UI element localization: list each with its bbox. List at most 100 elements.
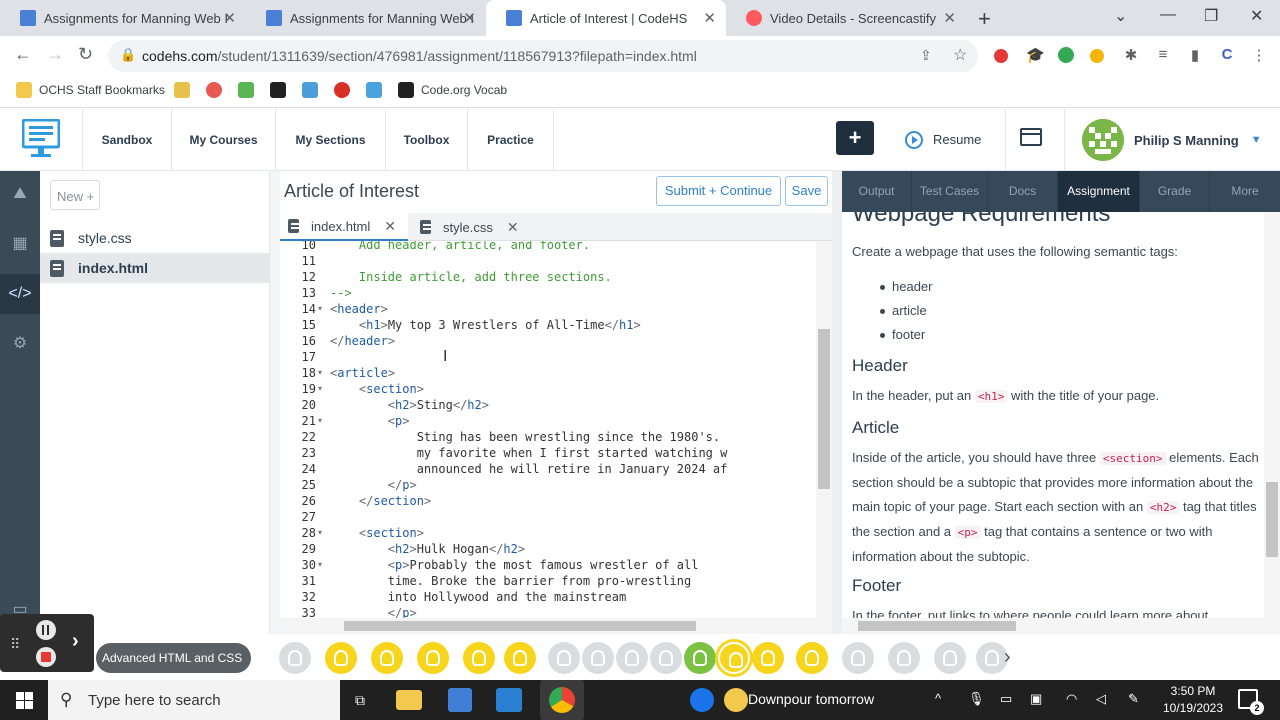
store-icon[interactable] <box>448 688 472 712</box>
minimize-icon[interactable]: — <box>1160 6 1176 24</box>
profile-icon[interactable]: C <box>1218 46 1236 64</box>
progress-item-icon[interactable] <box>616 642 648 674</box>
code-line[interactable]: --> <box>330 285 352 301</box>
restore-icon[interactable]: ❐ <box>1204 6 1218 26</box>
pause-icon[interactable] <box>36 620 56 640</box>
code-icon[interactable]: </> <box>0 274 40 314</box>
fold-arrow-icon[interactable]: ▾ <box>318 381 322 397</box>
close-tab-icon[interactable]: ✕ <box>463 9 476 27</box>
forward-icon[interactable]: → <box>46 44 64 65</box>
editor-horizontal-scrollbar[interactable] <box>280 618 832 634</box>
expand-arrow-icon[interactable]: › <box>72 630 79 653</box>
progress-item-icon[interactable] <box>417 642 449 674</box>
scrollbar-thumb[interactable] <box>858 621 1016 631</box>
tab-output[interactable]: Output <box>842 171 912 212</box>
bookmark[interactable] <box>174 82 197 98</box>
code-line[interactable]: <h1>My top 3 Wrestlers of All-Time</h1> <box>330 317 641 333</box>
bookmark-code-org-vocab[interactable]: Code.org Vocab <box>398 82 507 98</box>
code-line[interactable]: my favorite when I first started watchin… <box>330 445 728 461</box>
tab-test-cases[interactable]: Test Cases <box>912 171 988 212</box>
bookmark-folder[interactable]: OCHS Staff Bookmarks <box>16 82 165 98</box>
code-line[interactable]: <article> <box>330 365 395 381</box>
fold-arrow-icon[interactable]: ▾ <box>318 365 322 381</box>
close-icon[interactable]: ✕ <box>507 219 519 236</box>
back-icon[interactable]: ← <box>14 44 32 65</box>
code-line[interactable]: <header> <box>330 301 388 317</box>
code-line[interactable]: </section> <box>330 493 431 509</box>
chrome-menu-icon[interactable]: ⋮ <box>1250 46 1268 64</box>
progress-item-icon[interactable] <box>934 642 966 674</box>
close-tab-icon[interactable]: ✕ <box>223 9 236 27</box>
user-menu[interactable]: Philip S Manning ▼ <box>1082 118 1262 162</box>
pane-splitter[interactable] <box>270 171 280 634</box>
task-view-icon[interactable]: ⧉ <box>345 686 375 714</box>
wifi-icon[interactable]: ◠ <box>1066 691 1077 707</box>
nav-my-courses[interactable]: My Courses <box>172 109 276 170</box>
close-icon[interactable]: ✕ <box>384 218 396 235</box>
progress-item-icon[interactable] <box>796 642 828 674</box>
pane-splitter[interactable] <box>832 171 842 634</box>
extension-icon[interactable] <box>994 49 1008 63</box>
side-panel-icon[interactable]: ▮ <box>1186 46 1204 64</box>
scrollbar-thumb[interactable] <box>1266 482 1278 557</box>
instructions-horizontal-scrollbar[interactable] <box>842 618 1280 634</box>
calendar-icon[interactable]: ▦ <box>9 233 31 255</box>
bookmark[interactable] <box>270 82 293 98</box>
course-name-pill[interactable]: Advanced HTML and CSS <box>96 643 251 673</box>
submit-continue-button[interactable]: Submit + Continue <box>656 176 781 206</box>
stop-recording-icon[interactable] <box>36 647 56 667</box>
create-plus-button[interactable]: + <box>836 121 874 155</box>
chevron-right-icon[interactable]: › <box>1004 646 1011 669</box>
close-tab-icon[interactable]: ✕ <box>943 9 956 27</box>
scrollbar-thumb[interactable] <box>344 621 696 631</box>
share-icon[interactable]: ⇪ <box>920 47 932 64</box>
reading-list-icon[interactable]: ≡ <box>1154 46 1172 64</box>
progress-item-icon[interactable] <box>650 642 682 674</box>
map-icon[interactable]: ⛰ <box>9 183 31 205</box>
code-line[interactable]: </p> <box>330 477 417 493</box>
editor-tab-style-css[interactable]: style.css ✕ <box>412 213 530 241</box>
reload-icon[interactable]: ↻ <box>78 44 93 65</box>
close-tab-icon[interactable]: ✕ <box>703 9 716 27</box>
progress-item-icon[interactable] <box>548 642 580 674</box>
tray-overflow-icon[interactable]: ^ <box>935 691 941 706</box>
browser-tab[interactable]: Assignments for Manning Web I ✕ <box>0 0 246 36</box>
browser-tab-active[interactable]: Article of Interest | CodeHS ✕ <box>486 0 726 36</box>
code-line[interactable]: into Hollywood and the mainstream <box>330 589 626 605</box>
tab-grade[interactable]: Grade <box>1140 171 1210 212</box>
progress-item-icon[interactable] <box>684 642 716 674</box>
tab-search-icon[interactable]: ⌄ <box>1114 6 1127 26</box>
notification-icon[interactable]: 2 <box>1238 689 1264 715</box>
layout-toggle-button[interactable] <box>1005 109 1065 170</box>
chrome-taskbar-button[interactable] <box>540 680 584 720</box>
taskbar-search-input[interactable]: ⚲ Type here to search <box>48 680 340 720</box>
tab-docs[interactable]: Docs <box>988 171 1058 212</box>
help-icon[interactable] <box>690 688 714 712</box>
progress-item-icon[interactable] <box>325 642 357 674</box>
tab-assignment[interactable]: Assignment <box>1058 171 1140 212</box>
code-line[interactable]: <p> <box>330 413 410 429</box>
bookmark[interactable] <box>206 82 229 98</box>
browser-tab[interactable]: Video Details - Screencastify ✕ <box>726 0 966 36</box>
code-line[interactable]: <h2>Sting</h2> <box>330 397 489 413</box>
url-bar[interactable]: 🔒 codehs.com/student/1311639/section/476… <box>108 40 978 72</box>
extension-icon[interactable] <box>1058 47 1074 63</box>
editor-vertical-scrollbar[interactable] <box>816 241 832 618</box>
nav-practice[interactable]: Practice <box>468 109 554 170</box>
editor-tab-index-html[interactable]: index.html ✕ <box>280 213 408 241</box>
save-button[interactable]: Save <box>785 176 828 206</box>
browser-tab[interactable]: Assignments for Manning Web I ✕ <box>246 0 486 36</box>
taskbar-clock[interactable]: 3:50 PM 10/19/2023 <box>1160 683 1226 717</box>
vscode-icon[interactable] <box>496 688 522 712</box>
code-line[interactable]: <section> <box>330 381 424 397</box>
progress-item-icon[interactable] <box>279 642 311 674</box>
close-window-icon[interactable]: ✕ <box>1250 6 1263 26</box>
new-file-button[interactable]: New + <box>50 180 100 210</box>
code-line[interactable]: announced he will retire in January 2024… <box>330 461 728 477</box>
file-explorer-icon[interactable] <box>396 690 422 710</box>
code-line[interactable]: time. Broke the barrier from pro-wrestli… <box>330 573 691 589</box>
progress-item-icon[interactable] <box>504 642 536 674</box>
resume-button[interactable]: Resume <box>893 109 1005 170</box>
meet-icon[interactable]: ▣ <box>1030 691 1042 707</box>
nav-my-sections[interactable]: My Sections <box>276 109 386 170</box>
